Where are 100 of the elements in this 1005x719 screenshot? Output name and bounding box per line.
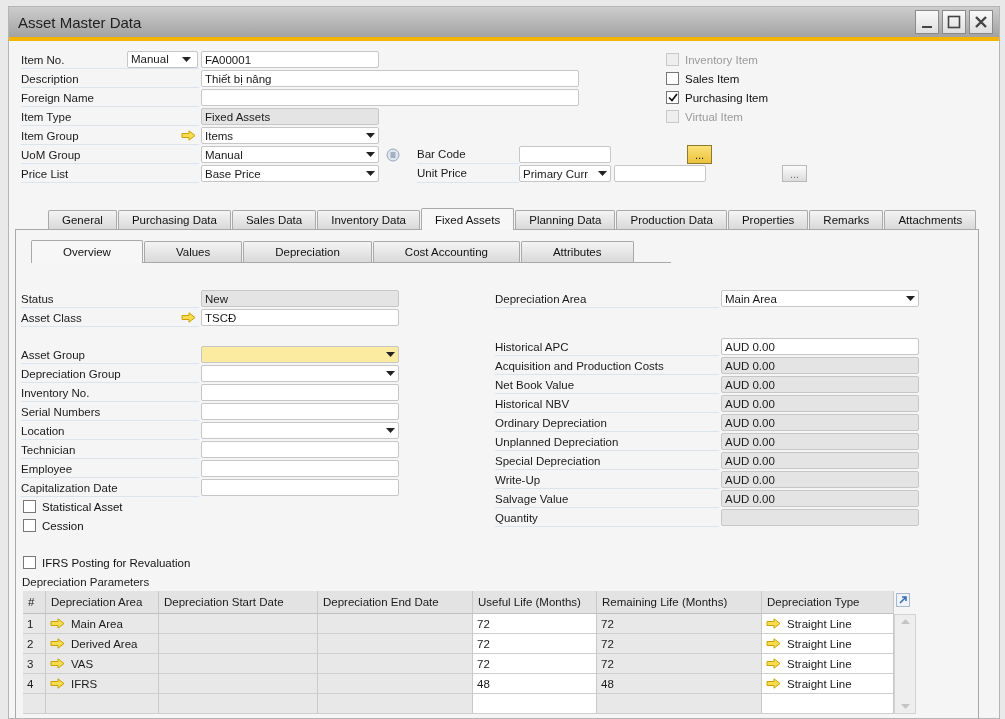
field-label: Depreciation Group	[21, 366, 122, 380]
checkbox[interactable]	[23, 519, 36, 532]
dropdown-arrow-icon	[366, 152, 375, 157]
text-field[interactable]	[201, 89, 579, 106]
checkbox[interactable]	[666, 91, 679, 104]
link-arrow-icon[interactable]	[50, 638, 65, 649]
field-label: Employee	[21, 461, 74, 475]
tab[interactable]: Remarks	[809, 210, 884, 229]
tab[interactable]: Inventory Data	[317, 210, 420, 229]
checkbox[interactable]	[23, 556, 36, 569]
maximize-button[interactable]	[942, 10, 966, 34]
expand-icon[interactable]	[896, 593, 910, 607]
dropdown-field[interactable]: Primary Curr	[519, 165, 611, 182]
tab[interactable]: Properties	[727, 210, 809, 229]
row-number: 2	[23, 634, 46, 654]
text-field[interactable]: Thiết bị nâng	[201, 70, 579, 87]
section-title: Depreciation Parameters	[21, 574, 151, 590]
field-label: Asset Group	[21, 347, 86, 361]
checkbox-label: Purchasing Item	[685, 91, 769, 104]
tab[interactable]: Fixed Assets	[421, 208, 515, 230]
amount-field: AUD 0.00	[721, 414, 919, 431]
minimize-button[interactable]	[915, 10, 939, 34]
dropdown-arrow-icon	[366, 133, 375, 138]
tab[interactable]: Planning Data	[515, 210, 616, 229]
link-arrow-icon[interactable]	[766, 678, 781, 689]
field-label: Inventory No.	[21, 385, 91, 399]
table-cell[interactable]	[473, 694, 597, 714]
window-title: Asset Master Data	[18, 13, 142, 31]
list-icon[interactable]	[386, 147, 400, 162]
text-field[interactable]	[201, 441, 399, 458]
amount-field: AUD 0.00	[721, 490, 919, 507]
tab[interactable]: Purchasing Data	[117, 210, 231, 229]
tab[interactable]: Cost Accounting	[372, 241, 520, 262]
field-label: Quantity	[495, 510, 539, 524]
dropdown-arrow-icon	[598, 171, 607, 176]
amount-field: AUD 0.00	[721, 395, 919, 412]
dropdown-field[interactable]: Main Area	[721, 290, 919, 307]
field-label: Depreciation Area	[495, 291, 588, 305]
tab[interactable]: General	[48, 210, 117, 229]
dropdown-field[interactable]	[201, 365, 399, 382]
dropdown-field[interactable]: Manual	[201, 146, 379, 163]
tab[interactable]: Values	[143, 241, 243, 262]
column-header[interactable]: Useful Life (Months)	[473, 591, 597, 614]
dropdown-arrow-icon	[386, 371, 395, 376]
dropdown-field[interactable]: Items	[201, 127, 379, 144]
link-arrow-icon[interactable]	[766, 638, 781, 649]
tab[interactable]: Attributes	[520, 241, 634, 262]
dropdown-field[interactable]: Manual	[127, 50, 198, 68]
table-cell: 72	[597, 634, 762, 654]
readonly-field: Fixed Assets	[201, 108, 379, 125]
tab[interactable]: Attachments	[884, 210, 977, 229]
text-field[interactable]	[614, 165, 706, 182]
column-header[interactable]: Depreciation Area	[46, 591, 159, 614]
scroll-down-icon[interactable]	[900, 704, 910, 709]
checkbox-label: IFRS Posting for Revaluation	[42, 556, 191, 569]
amount-field: AUD 0.00	[721, 357, 919, 374]
text-field[interactable]	[201, 384, 399, 401]
link-arrow-icon[interactable]	[181, 311, 196, 323]
text-field[interactable]	[201, 479, 399, 496]
text-field[interactable]	[201, 460, 399, 477]
dropdown-field[interactable]: Base Price	[201, 165, 379, 182]
column-header[interactable]: #	[23, 591, 46, 614]
link-arrow-icon[interactable]	[766, 658, 781, 669]
link-arrow-icon[interactable]	[50, 658, 65, 669]
dropdown-arrow-icon	[906, 296, 915, 301]
amount-field: AUD 0.00	[721, 471, 919, 488]
field-label: Item Group	[21, 128, 80, 142]
tab[interactable]: Depreciation	[243, 241, 372, 262]
field-label: Historical APC	[495, 339, 570, 353]
column-header[interactable]: Remaining Life (Months)	[597, 591, 762, 614]
tab[interactable]: Overview	[31, 240, 143, 263]
checkbox-label: Inventory Item	[685, 53, 758, 66]
dropdown-field[interactable]	[201, 422, 399, 439]
link-arrow-icon[interactable]	[50, 618, 65, 629]
table-cell[interactable]: 48	[473, 674, 597, 694]
link-arrow-icon[interactable]	[181, 129, 196, 141]
text-field[interactable]: FA00001	[201, 51, 379, 68]
checkbox[interactable]	[23, 500, 36, 513]
table-cell[interactable]: 72	[473, 634, 597, 654]
tab[interactable]: Production Data	[616, 210, 727, 229]
dropdown-field[interactable]	[201, 346, 399, 363]
close-button[interactable]	[969, 10, 993, 34]
link-arrow-icon[interactable]	[766, 618, 781, 629]
browse-button[interactable]: ...	[687, 145, 712, 164]
table-cell[interactable]: 72	[473, 614, 597, 634]
checkbox[interactable]	[666, 72, 679, 85]
text-field[interactable]: TSCĐ	[201, 309, 399, 326]
column-header[interactable]: Depreciation Type	[762, 591, 894, 614]
table-cell: VAS	[71, 657, 94, 670]
link-arrow-icon[interactable]	[50, 678, 65, 689]
column-header[interactable]: Depreciation End Date	[318, 591, 473, 614]
amount-field[interactable]: AUD 0.00	[721, 338, 919, 355]
table-cell[interactable]: 72	[473, 654, 597, 674]
tab[interactable]: Sales Data	[231, 210, 317, 229]
column-header[interactable]: Depreciation Start Date	[159, 591, 318, 614]
table-cell[interactable]	[762, 694, 894, 714]
text-field[interactable]	[201, 403, 399, 420]
text-field[interactable]	[519, 146, 611, 163]
scrollbar[interactable]	[894, 614, 916, 714]
scroll-up-icon[interactable]	[900, 619, 910, 624]
